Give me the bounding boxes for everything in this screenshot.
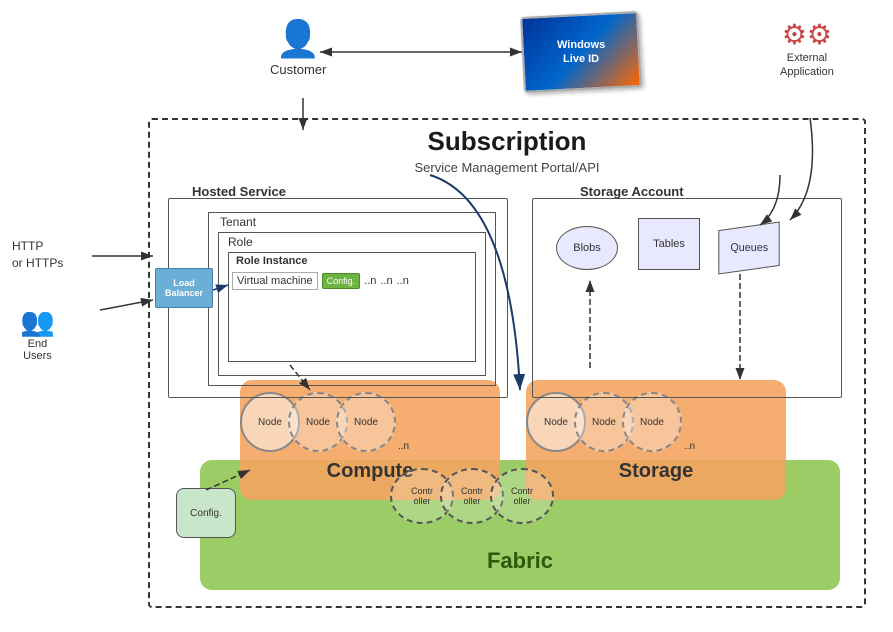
tables-shape: Tables	[638, 218, 700, 270]
end-users: 👥 EndUsers	[20, 305, 55, 362]
load-balancer: Load Balancer	[155, 268, 213, 308]
users-icon: 👥	[20, 305, 55, 338]
gear-icon: ⚙⚙	[780, 18, 834, 51]
vm-label: Virtual machine	[232, 272, 318, 290]
http-label: HTTP or HTTPs	[12, 238, 63, 272]
customer-person-icon: 👤	[270, 18, 326, 60]
blobs-shape: Blobs	[556, 226, 618, 270]
architecture-diagram: Fabric Compute Storage Contr oller Contr…	[0, 0, 893, 632]
external-application: ⚙⚙ ExternalApplication	[780, 18, 834, 80]
customer-figure: 👤 Customer	[270, 18, 326, 77]
subscription-title: Subscription	[148, 126, 866, 157]
customer-label: Customer	[270, 62, 326, 77]
end-users-label: EndUsers	[20, 338, 55, 362]
subscription-subtitle: Service Management Portal/API	[148, 160, 866, 175]
hosted-service-label: Hosted Service	[192, 184, 286, 199]
config-cylinder: Config.	[176, 488, 236, 538]
config-button: Config.	[322, 273, 361, 289]
vm-row: Virtual machine Config. ..n ..n ..n	[232, 272, 409, 290]
vm-dots-2: ..n	[380, 275, 392, 287]
vm-dots-3: ..n	[397, 275, 409, 287]
storage-account-label: Storage Account	[580, 184, 684, 199]
external-app-label: ExternalApplication	[780, 51, 834, 80]
tenant-label: Tenant	[220, 215, 256, 229]
role-instance-label: Role Instance	[236, 255, 308, 267]
role-label: Role	[228, 235, 253, 249]
queues-shape: Queues	[718, 221, 779, 274]
windows-live-text: Windows Live ID	[557, 38, 605, 67]
windows-live-box: Windows Live ID	[520, 11, 642, 93]
vm-dots-1: ..n	[364, 275, 376, 287]
role-instance-box	[228, 252, 476, 362]
